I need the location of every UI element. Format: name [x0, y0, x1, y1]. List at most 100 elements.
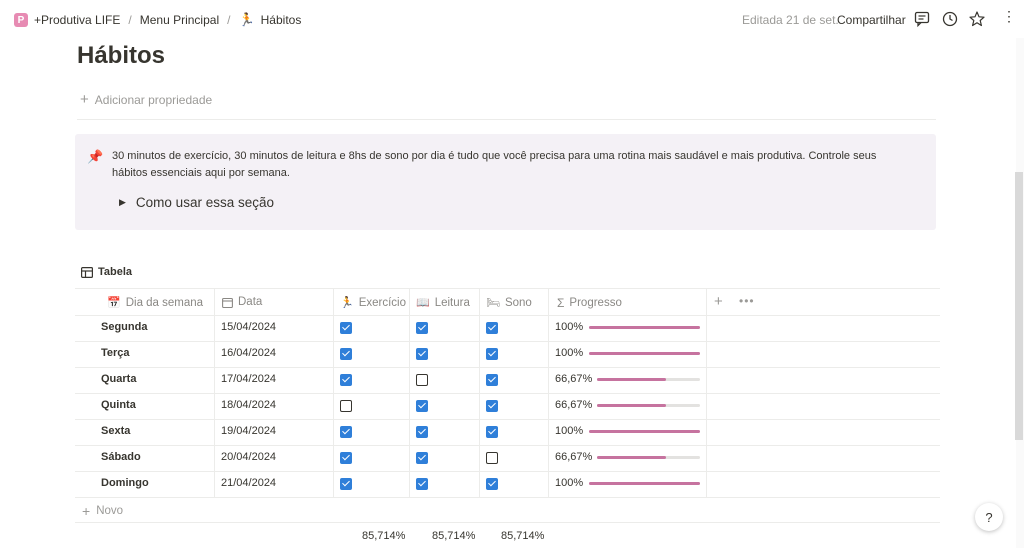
table-border	[75, 522, 940, 523]
calendar-icon	[222, 297, 233, 308]
progress-value[interactable]: 66,67%	[555, 399, 592, 411]
exercise-checkbox[interactable]	[340, 400, 352, 412]
column-header-reading[interactable]: 📖 Leitura	[416, 296, 470, 310]
total-sleep[interactable]: 85,714%	[501, 530, 544, 542]
progress-value[interactable]: 66,67%	[555, 373, 592, 385]
exercise-checkbox[interactable]	[340, 374, 352, 386]
table-border	[75, 288, 940, 289]
breadcrumb-separator: /	[227, 13, 231, 27]
toggle-how-to-use[interactable]: ▶ Como usar essa seção	[119, 195, 274, 210]
date-cell[interactable]: 20/04/2024	[221, 451, 276, 463]
date-cell[interactable]: 21/04/2024	[221, 477, 276, 489]
exercise-checkbox[interactable]	[340, 322, 352, 334]
column-header-progress[interactable]: Σ Progresso	[557, 296, 622, 310]
date-cell[interactable]: 16/04/2024	[221, 347, 276, 359]
progress-bar	[589, 482, 700, 485]
reading-checkbox[interactable]	[416, 452, 428, 464]
add-property-button[interactable]: + Adicionar propriedade	[80, 91, 212, 108]
breadcrumb: P +Produtiva LIFE / Menu Principal / 🏃 H…	[14, 12, 301, 28]
table-icon	[81, 266, 93, 278]
progress-bar-fill	[589, 430, 700, 433]
date-cell[interactable]: 18/04/2024	[221, 399, 276, 411]
exercise-checkbox[interactable]	[340, 452, 352, 464]
row-divider	[75, 419, 940, 420]
callout-text[interactable]: 30 minutos de exercício, 30 minutos de l…	[112, 148, 912, 182]
column-header-exercise[interactable]: 🏃 Exercício	[340, 296, 406, 310]
row-divider	[75, 341, 940, 342]
day-cell[interactable]: Quinta	[101, 399, 136, 411]
reading-checkbox[interactable]	[416, 322, 428, 334]
progress-value[interactable]: 100%	[555, 321, 583, 333]
date-cell[interactable]: 15/04/2024	[221, 321, 276, 333]
more-options-icon[interactable]: ⋮	[1002, 8, 1016, 25]
reading-checkbox[interactable]	[416, 374, 428, 386]
breadcrumb-workspace[interactable]: +Produtiva LIFE	[34, 13, 120, 27]
row-divider	[75, 367, 940, 368]
add-property-label: Adicionar propriedade	[94, 92, 213, 107]
column-header-label: Exercício	[358, 296, 406, 309]
sleep-checkbox[interactable]	[486, 348, 498, 360]
sleep-checkbox[interactable]	[486, 400, 498, 412]
progress-value[interactable]: 66,67%	[555, 451, 592, 463]
progress-bar	[597, 378, 700, 381]
toggle-triangle-icon[interactable]: ▶	[119, 197, 126, 208]
column-header-date[interactable]: Data	[222, 296, 262, 308]
progress-bar	[597, 456, 700, 459]
share-button[interactable]: Compartilhar	[837, 13, 906, 27]
day-cell[interactable]: Sábado	[101, 451, 141, 463]
exercise-checkbox[interactable]	[340, 426, 352, 438]
column-header-label: Progresso	[569, 297, 622, 309]
progress-value[interactable]: 100%	[555, 425, 583, 437]
more-options-icon[interactable]: •••	[739, 294, 755, 308]
column-header-day[interactable]: 📅 Dia da semana	[107, 296, 203, 310]
total-exercise[interactable]: 85,714%	[362, 530, 405, 542]
help-button[interactable]: ?	[975, 503, 1003, 531]
progress-bar	[589, 326, 700, 329]
add-column-icon[interactable]: +	[714, 293, 723, 310]
total-reading[interactable]: 85,714%	[432, 530, 475, 542]
new-row-button[interactable]: + Novo	[82, 503, 123, 519]
reading-checkbox[interactable]	[416, 426, 428, 438]
sleep-checkbox[interactable]	[486, 452, 498, 464]
table-view-tab[interactable]: Tabela	[81, 266, 132, 278]
reading-checkbox[interactable]	[416, 400, 428, 412]
day-cell[interactable]: Quarta	[101, 373, 136, 385]
sleep-checkbox[interactable]	[486, 478, 498, 490]
breadcrumb-current[interactable]: Hábitos	[261, 13, 302, 27]
last-edited-label: Editada 21 de set.	[742, 13, 839, 27]
day-cell[interactable]: Segunda	[101, 321, 147, 333]
reading-checkbox[interactable]	[416, 348, 428, 360]
plus-icon: +	[80, 91, 89, 108]
scrollbar-thumb[interactable]	[1015, 172, 1023, 440]
clock-icon[interactable]	[941, 10, 959, 28]
exercise-checkbox[interactable]	[340, 478, 352, 490]
sleep-checkbox[interactable]	[486, 426, 498, 438]
running-person-icon: 🏃	[340, 297, 354, 309]
top-bar: P +Produtiva LIFE / Menu Principal / 🏃 H…	[0, 0, 1024, 38]
progress-value[interactable]: 100%	[555, 347, 583, 359]
page-title[interactable]: Hábitos	[77, 42, 165, 70]
callout-block: 📌 30 minutos de exercício, 30 minutos de…	[75, 134, 936, 230]
reading-checkbox[interactable]	[416, 478, 428, 490]
comment-icon[interactable]	[913, 10, 931, 28]
date-cell[interactable]: 17/04/2024	[221, 373, 276, 385]
progress-bar	[589, 352, 700, 355]
sleep-checkbox[interactable]	[486, 322, 498, 334]
sleep-checkbox[interactable]	[486, 374, 498, 386]
progress-bar	[597, 404, 700, 407]
date-cell[interactable]: 19/04/2024	[221, 425, 276, 437]
day-cell[interactable]: Domingo	[101, 477, 149, 489]
progress-value[interactable]: 100%	[555, 477, 583, 489]
progress-bar-fill	[597, 404, 666, 407]
day-cell[interactable]: Sexta	[101, 425, 130, 437]
breadcrumb-parent[interactable]: Menu Principal	[140, 13, 219, 27]
day-cell[interactable]: Terça	[101, 347, 130, 359]
breadcrumb-separator: /	[128, 13, 132, 27]
row-divider	[75, 445, 940, 446]
star-icon[interactable]	[968, 10, 986, 28]
progress-bar-fill	[589, 352, 700, 355]
pushpin-icon: 📌	[87, 149, 104, 164]
exercise-checkbox[interactable]	[340, 348, 352, 360]
running-person-icon: 🏃	[238, 12, 255, 27]
column-header-sleep[interactable]: 🛏 Sono	[486, 296, 532, 310]
